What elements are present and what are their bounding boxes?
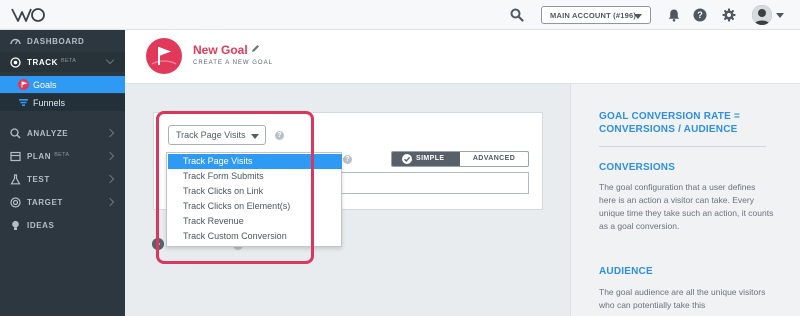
sidebar-item-label: IDEAS xyxy=(27,221,55,230)
pencil-icon[interactable] xyxy=(251,44,260,53)
chevron-right-icon xyxy=(105,197,115,207)
sidebar-item-dashboard[interactable]: DASHBOARD xyxy=(0,31,125,51)
top-bar: MAIN ACCOUNT (#196) ? xyxy=(0,0,800,30)
funnel-icon xyxy=(19,99,28,106)
chevron-down-icon xyxy=(105,55,115,65)
page-header xyxy=(125,30,800,84)
sidebar-item-plan[interactable]: PLAN BETA xyxy=(0,146,125,166)
sidebar-item-track[interactable]: TRACK BETA xyxy=(0,52,125,72)
url-input[interactable] xyxy=(335,172,529,194)
mode-toggle: SIMPLE ADVANCED xyxy=(391,151,529,167)
check-icon xyxy=(402,154,412,164)
audience-description: The goal audience are all the unique vis… xyxy=(599,287,766,310)
sidebar-item-ideas[interactable]: IDEAS xyxy=(0,215,125,235)
sidebar-item-analyze[interactable]: ANALYZE xyxy=(0,123,125,143)
plan-icon xyxy=(10,151,21,162)
plan-label: PLAN xyxy=(27,152,52,161)
help-icon[interactable]: ? xyxy=(693,8,707,22)
account-selector[interactable]: MAIN ACCOUNT (#196) xyxy=(541,6,651,24)
sidebar-item-label: DASHBOARD xyxy=(27,37,85,46)
sidebar-item-funnels[interactable]: Funnels xyxy=(0,94,125,111)
chevron-down-icon xyxy=(634,14,642,19)
flask-icon xyxy=(10,174,21,185)
track-label: TRACK xyxy=(27,58,58,67)
advanced-mode-label: ADVANCED xyxy=(472,155,516,162)
goal-flag-icon xyxy=(146,38,182,74)
sidebar-item-label: TRACK BETA xyxy=(27,58,76,67)
conversions-heading: CONVERSIONS xyxy=(599,162,676,173)
sidebar-item-label: Funnels xyxy=(33,98,66,108)
page-title: New Goal xyxy=(193,43,248,57)
chevron-down-icon[interactable] xyxy=(776,13,784,18)
chevron-right-icon xyxy=(105,174,115,184)
account-label: MAIN ACCOUNT (#196) xyxy=(550,11,637,20)
beta-badge: BETA xyxy=(54,152,70,158)
sidebar-item-label: Goals xyxy=(33,80,57,90)
simple-mode-label: SIMPLE xyxy=(416,155,445,162)
sidebar-item-label: TARGET xyxy=(27,198,63,207)
divider xyxy=(599,146,766,147)
goal-flag-icon xyxy=(18,79,29,90)
sidebar-item-label: TEST xyxy=(27,175,50,184)
app-window: MAIN ACCOUNT (#196) ? DASHBOARD TRACK BE… xyxy=(0,0,800,316)
analyze-icon xyxy=(10,128,21,139)
svg-text:?: ? xyxy=(697,10,703,20)
avatar[interactable] xyxy=(752,5,772,25)
chevron-right-icon xyxy=(105,128,115,138)
advanced-mode-button[interactable]: ADVANCED xyxy=(460,152,528,166)
audience-heading: AUDIENCE xyxy=(599,266,653,277)
gear-icon[interactable] xyxy=(722,8,736,22)
beta-badge: BETA xyxy=(61,58,77,64)
target-icon xyxy=(10,197,21,208)
sidebar-item-goals[interactable]: Goals xyxy=(0,76,125,93)
bulb-icon xyxy=(12,220,19,230)
help-icon[interactable]: ? xyxy=(343,155,352,164)
sidebar-item-label: ANALYZE xyxy=(27,129,69,138)
conversions-description: The goal configuration that a user defin… xyxy=(599,182,774,231)
conversion-rate-heading: GOAL CONVERSION RATE = CONVERSIONS / AUD… xyxy=(599,111,740,135)
sidebar-item-label: PLAN BETA xyxy=(27,152,69,161)
vwo-logo[interactable] xyxy=(10,6,46,24)
target-icon xyxy=(10,57,21,68)
dashboard-icon xyxy=(10,38,21,45)
simple-mode-button[interactable]: SIMPLE xyxy=(392,152,460,166)
search-icon[interactable] xyxy=(510,8,524,22)
highlight-annotation xyxy=(156,111,314,264)
chevron-right-icon xyxy=(105,151,115,161)
bell-icon[interactable] xyxy=(667,8,681,22)
page-subtitle: CREATE A NEW GOAL xyxy=(193,60,273,66)
sidebar: DASHBOARD TRACK BETA Goals Funnels ANALYZ… xyxy=(0,30,125,316)
sidebar-item-test[interactable]: TEST xyxy=(0,169,125,189)
sidebar-item-target[interactable]: TARGET xyxy=(0,192,125,212)
